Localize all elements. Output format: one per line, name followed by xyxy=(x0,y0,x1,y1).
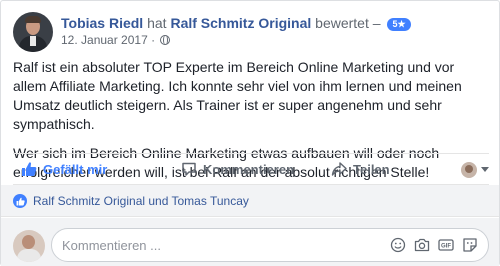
review-post-card: Tobias Riedl hat Ralf Schmitz Original b… xyxy=(0,0,500,266)
gif-icon[interactable]: GIF xyxy=(438,237,454,253)
comment-input-wrapper[interactable]: GIF xyxy=(51,228,489,262)
comment-button[interactable]: Kommentieren xyxy=(181,154,294,184)
comment-composer: GIF xyxy=(1,218,499,266)
share-arrow-icon xyxy=(331,162,347,176)
like-reaction-icon xyxy=(13,194,27,208)
author-name-link[interactable]: Tobias Riedl xyxy=(61,15,143,31)
reactions-bar: Ralf Schmitz Original und Tomas Tuncay xyxy=(1,185,499,217)
like-button[interactable]: Gefällt mir xyxy=(21,154,107,184)
rating-badge: 5★ xyxy=(387,18,411,31)
post-paragraph-1: Ralf ist ein absoluter TOP Experte im Be… xyxy=(13,59,462,132)
emoji-icon[interactable] xyxy=(390,237,406,253)
comment-input[interactable] xyxy=(62,236,362,254)
speech-bubble-icon xyxy=(182,162,196,176)
thumbs-up-icon xyxy=(22,162,37,176)
share-button[interactable]: Teilen xyxy=(331,154,390,184)
globe-icon[interactable] xyxy=(160,35,171,45)
post-date-link[interactable]: 12. Januar 2017 · xyxy=(61,33,155,47)
author-avatar[interactable] xyxy=(13,12,53,52)
post-meta: 12. Januar 2017 · xyxy=(61,33,171,47)
reaction-user-avatar[interactable] xyxy=(461,162,477,178)
header-verb: hat xyxy=(147,15,167,31)
comment-label: Kommentieren xyxy=(203,161,295,177)
like-label: Gefällt mir xyxy=(43,161,108,177)
camera-icon[interactable] xyxy=(414,237,430,253)
chevron-down-icon[interactable] xyxy=(481,167,489,172)
share-label: Teilen xyxy=(353,161,390,177)
post-header: Tobias Riedl hat Ralf Schmitz Original b… xyxy=(61,14,411,32)
page-name-link[interactable]: Ralf Schmitz Original xyxy=(170,15,311,31)
reaction-names-link[interactable]: Ralf Schmitz Original und Tomas Tuncay xyxy=(33,194,249,208)
action-bar: Gefällt mir Kommentieren Teilen xyxy=(13,153,489,185)
header-dash: – xyxy=(372,15,381,31)
svg-text:GIF: GIF xyxy=(441,244,451,250)
header-action: bewertet xyxy=(315,15,369,31)
viewer-avatar xyxy=(13,230,45,262)
sticker-icon[interactable] xyxy=(462,237,478,253)
